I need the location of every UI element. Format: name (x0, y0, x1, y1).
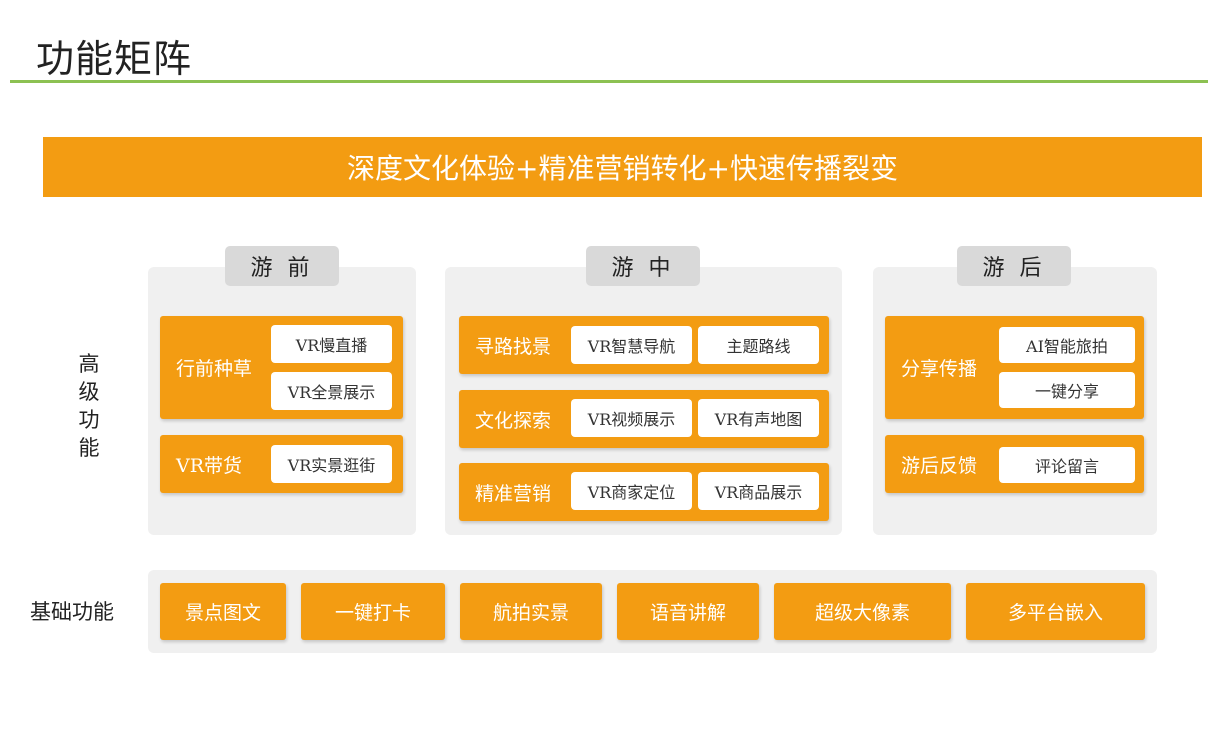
phase-tab-after: 游 后 (957, 246, 1071, 286)
group-label: 精准营销 (475, 482, 552, 505)
page-title: 功能矩阵 (36, 37, 193, 81)
feature-one-click-share: 一键分享 (999, 372, 1135, 408)
basic-feature-audio-guide: 语音讲解 (617, 583, 759, 640)
feature-vr-street: VR实景逛街 (271, 445, 392, 483)
feature-vr-navigation: VR智慧导航 (571, 326, 692, 364)
feature-vr-panorama: VR全景展示 (271, 372, 392, 410)
feature-vr-merchant-location: VR商家定位 (571, 472, 692, 510)
phase-tab-during: 游 中 (586, 246, 700, 286)
feature-comments: 评论留言 (999, 447, 1135, 483)
feature-vr-live: VR慢直播 (271, 325, 392, 363)
title-divider (10, 80, 1208, 83)
advanced-char-2: 级 (78, 380, 100, 404)
feature-ai-photo: AI智能旅拍 (999, 327, 1135, 363)
group-label: 文化探索 (475, 409, 552, 432)
advanced-features-label: 高 级 功 能 (72, 350, 106, 462)
group-label: 分享传播 (901, 358, 978, 380)
advanced-char-1: 高 (78, 352, 100, 376)
feature-vr-audio-map: VR有声地图 (698, 399, 819, 437)
basic-features-label: 基础功能 (30, 600, 114, 624)
basic-feature-check-in: 一键打卡 (301, 583, 445, 640)
group-label: VR带货 (176, 454, 243, 477)
basic-feature-aerial: 航拍实景 (460, 583, 602, 640)
group-label: 游后反馈 (901, 454, 978, 477)
group-label: 行前种草 (176, 358, 253, 380)
basic-feature-attraction-info: 景点图文 (160, 583, 286, 640)
basic-feature-gigapixel: 超级大像素 (774, 583, 951, 640)
group-label: 寻路找景 (475, 335, 552, 358)
phase-tab-before: 游 前 (225, 246, 339, 286)
slogan-banner: 深度文化体验+精准营销转化+快速传播裂变 (43, 137, 1202, 197)
feature-vr-product-display: VR商品展示 (698, 472, 819, 510)
advanced-char-4: 能 (78, 436, 100, 460)
basic-feature-multi-platform: 多平台嵌入 (966, 583, 1145, 640)
feature-theme-route: 主题路线 (698, 326, 819, 364)
advanced-char-3: 功 (78, 408, 100, 432)
feature-vr-video: VR视频展示 (571, 399, 692, 437)
